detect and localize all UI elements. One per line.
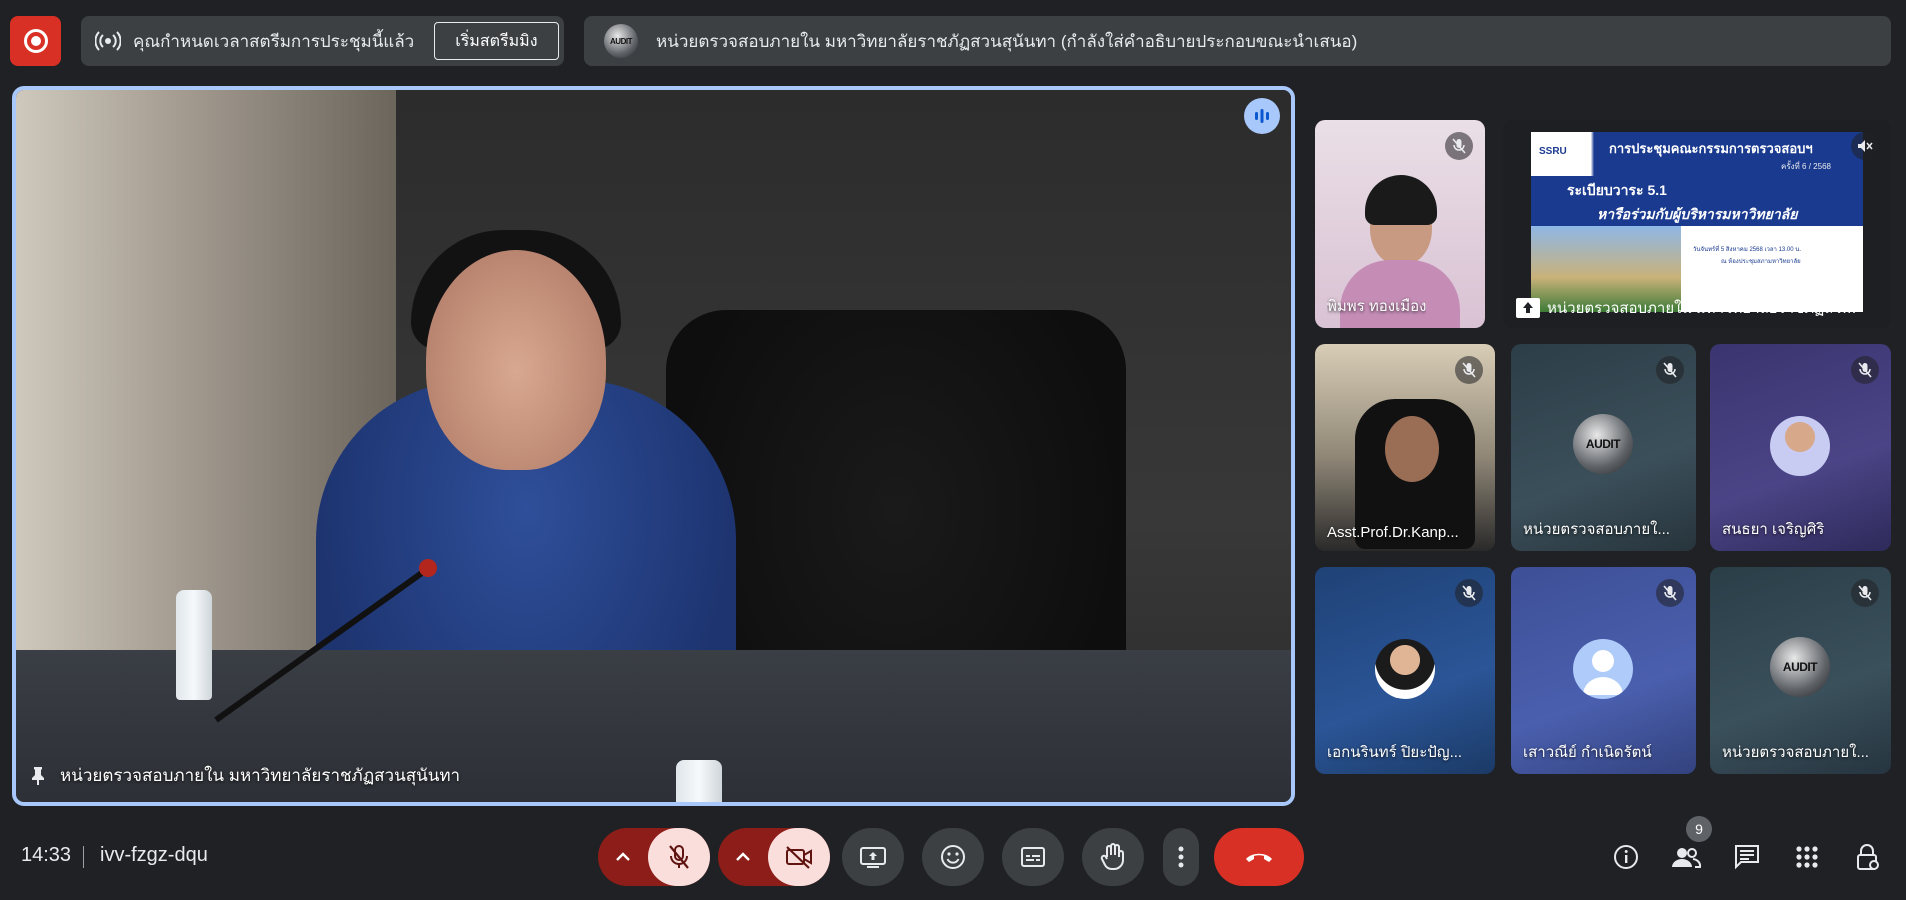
- info-icon: [1614, 845, 1638, 869]
- video-speaker-face: [426, 250, 606, 470]
- mic-off-icon: [1851, 579, 1879, 607]
- raise-hand-button[interactable]: [1082, 828, 1144, 886]
- participant-avatar: AUDIT: [1573, 414, 1633, 474]
- participant-tile[interactable]: สนธยา เจริญศิริ: [1710, 344, 1891, 551]
- participant-name: สนธยา เจริญศิริ: [1722, 521, 1825, 538]
- participant-tile[interactable]: เสาวณีย์ กำเนิดรัตน์: [1511, 567, 1696, 774]
- start-streaming-button[interactable]: เริ่มสตรีมมิง: [434, 22, 559, 60]
- streaming-banner-text: คุณกำหนดเวลาสตรีมการประชุมนี้แล้ว: [133, 31, 415, 51]
- people-icon: [1672, 848, 1702, 868]
- activities-button[interactable]: [1787, 837, 1827, 877]
- presenter-banner-text: หน่วยตรวจสอบภายใน มหาวิทยาลัยราชภัฏสวนสุ…: [656, 31, 1358, 51]
- participant-tile[interactable]: AUDIT หน่วยตรวจสอบภายใ...: [1710, 567, 1891, 774]
- camera-toggle-button[interactable]: [768, 828, 830, 886]
- participant-avatar: [1375, 639, 1435, 699]
- presenter-banner: AUDIT หน่วยตรวจสอบภายใน มหาวิทยาลัยราชภั…: [584, 16, 1891, 66]
- record-icon: [23, 29, 48, 53]
- video-scene-bottle-2: [676, 760, 722, 802]
- participant-avatar: [1770, 416, 1830, 476]
- host-controls-button[interactable]: [1847, 837, 1887, 877]
- mic-off-icon: [1455, 356, 1483, 384]
- presenter-avatar: AUDIT: [604, 24, 638, 58]
- slide-subtitle: ครั้งที่ 6 / 2568: [1781, 162, 1831, 171]
- hang-up-icon: [1246, 853, 1272, 862]
- people-button[interactable]: [1666, 837, 1706, 877]
- speaker-off-icon: [1851, 132, 1879, 160]
- captions-button[interactable]: [1002, 828, 1064, 886]
- video-scene-microphone: [214, 559, 437, 723]
- meeting-code[interactable]: ivv-fzgz-dqu: [100, 844, 208, 867]
- clock-divider: [83, 846, 84, 868]
- default-avatar-icon: [1573, 639, 1633, 699]
- mic-off-icon: [1656, 356, 1684, 384]
- participant-name: พิมพร ทองเมือง: [1327, 298, 1427, 315]
- chevron-up-icon: [736, 852, 750, 861]
- audio-level-icon: [1244, 98, 1280, 134]
- participant-tile[interactable]: AUDIT หน่วยตรวจสอบภายใ...: [1511, 344, 1696, 551]
- present-screen-icon: [1516, 298, 1540, 318]
- slide-agenda-detail: หารือร่วมกับผู้บริหารมหาวิทยาลัย: [1597, 206, 1798, 222]
- captions-icon: [1021, 847, 1045, 867]
- broadcast-icon: [95, 31, 121, 51]
- activities-icon: [1796, 846, 1818, 868]
- participant-name: หน่วยตรวจสอบภายใ...: [1722, 744, 1869, 761]
- participant-avatar-text: AUDIT: [1585, 437, 1621, 451]
- leave-call-button[interactable]: [1214, 828, 1304, 886]
- emoji-icon: [941, 845, 965, 869]
- main-tile-name: หน่วยตรวจสอบภายใน มหาวิทยาลัยราชภัฏสวนสุ…: [60, 766, 461, 785]
- participant-tile[interactable]: เอกนรินทร์ ปิยะปัญ...: [1315, 567, 1495, 774]
- presentation-label: หน่วยตรวจสอบภายใน มหาวิทยาลัยราชภัฏสวนสุ…: [1515, 296, 1857, 320]
- meeting-details-button[interactable]: [1606, 837, 1646, 877]
- mic-off-icon: [1455, 579, 1483, 607]
- meeting-clock: 14:33: [21, 844, 72, 866]
- presenter-avatar-text: AUDIT: [610, 36, 632, 46]
- participant-avatar: AUDIT: [1770, 637, 1830, 697]
- main-video-tile[interactable]: [12, 86, 1295, 806]
- raise-hand-icon: [1100, 843, 1124, 871]
- more-options-icon: [1178, 846, 1184, 868]
- slide-brand: SSRU: [1539, 146, 1567, 157]
- participant-name: Asst.Prof.Dr.Kanp...: [1327, 524, 1459, 541]
- camera-off-icon: [786, 846, 812, 869]
- mic-toggle-button[interactable]: [648, 828, 710, 886]
- participant-avatar-text: AUDIT: [1782, 660, 1818, 674]
- participant-hair: [1365, 175, 1437, 225]
- video-options-button[interactable]: [718, 852, 768, 862]
- chat-icon: [1735, 845, 1759, 870]
- slide-place: ณ ห้องประชุมสภามหาวิทยาลัย: [1721, 259, 1801, 265]
- mic-off-icon: [669, 845, 689, 869]
- more-options-button[interactable]: [1163, 828, 1199, 886]
- pin-icon[interactable]: [30, 766, 46, 786]
- slide-title: การประชุมคณะกรรมการตรวจสอบฯ: [1609, 141, 1813, 156]
- participant-tile[interactable]: พิมพร ทองเมือง: [1315, 120, 1485, 328]
- slide-agenda: ระเบียบวาระ 5.1: [1567, 182, 1667, 198]
- participant-name: เอกนรินทร์ ปิยะปัญ...: [1327, 744, 1463, 761]
- present-button[interactable]: [842, 828, 904, 886]
- reactions-button[interactable]: [922, 828, 984, 886]
- chevron-up-icon: [616, 852, 630, 861]
- mic-control-group: [598, 828, 710, 886]
- mic-off-icon: [1851, 356, 1879, 384]
- chat-button[interactable]: [1727, 837, 1767, 877]
- mic-off-icon: [1656, 579, 1684, 607]
- participant-name: หน่วยตรวจสอบภายใน มหาวิทยาลัยราชภัฏสวนสุ…: [1547, 300, 1857, 317]
- streaming-banner: คุณกำหนดเวลาสตรีมการประชุมนี้แล้ว เริ่มส…: [81, 16, 564, 66]
- audio-options-button[interactable]: [598, 852, 648, 862]
- participant-tile[interactable]: Asst.Prof.Dr.Kanp...: [1315, 344, 1495, 551]
- presentation-slide: SSRU การประชุมคณะกรรมการตรวจสอบฯ ครั้งที…: [1531, 132, 1863, 312]
- main-tile-label: หน่วยตรวจสอบภายใน มหาวิทยาลัยราชภัฏสวนสุ…: [30, 762, 460, 789]
- participant-name: หน่วยตรวจสอบภายใ...: [1523, 521, 1670, 538]
- participant-face: [1385, 416, 1439, 482]
- camera-control-group: [718, 828, 830, 886]
- slide-date: วันจันทร์ที่ 5 สิงหาคม 2568 เวลา 13.00 น…: [1693, 247, 1802, 253]
- participant-name: เสาวณีย์ กำเนิดรัตน์: [1523, 744, 1652, 761]
- record-button[interactable]: [10, 16, 61, 66]
- host-controls-icon: [1857, 844, 1879, 870]
- participant-tile-presentation[interactable]: SSRU การประชุมคณะกรรมการตรวจสอบฯ ครั้งที…: [1503, 120, 1891, 328]
- mic-off-icon: [1445, 132, 1473, 160]
- present-screen-icon: [860, 847, 886, 868]
